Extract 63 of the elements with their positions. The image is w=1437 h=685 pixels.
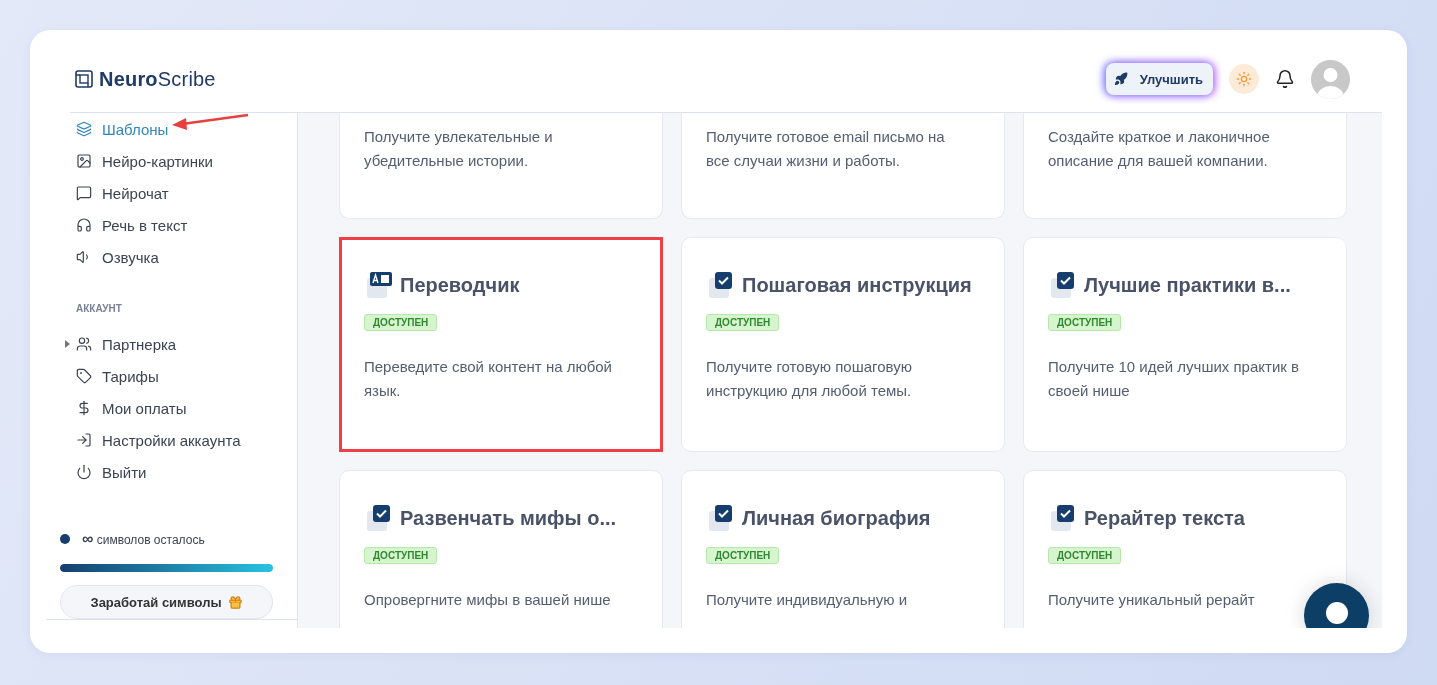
earn-button[interactable]: Заработай символы [60,585,273,619]
status-badge: ДОСТУПЕН [364,547,438,564]
section-heading: АККАУНТ [76,303,123,314]
image-icon [76,153,92,169]
dollar-icon [76,400,92,416]
card-title: Лучшие практики в... [1084,273,1291,297]
sidebar-item[interactable]: Настройки аккаунта [76,424,297,456]
card-description: Создайте краткое и лаконичное описание для вашей компании. [1048,127,1271,171]
sidebar-item[interactable]: Озвучка [76,241,297,273]
gift-icon [227,594,243,610]
card-description: Получите 10 идей лучших практик в своей нише [1048,357,1300,401]
card-title: Переводчик [400,273,520,297]
template-card[interactable]: Лучшие практики в... ДОСТУПЕН Получите 10 идей лучших практик в своей нише [1023,237,1347,452]
theme-toggle[interactable] [1229,64,1259,94]
sidebar-item[interactable]: Партнерка [76,328,297,360]
tag-icon [76,368,92,384]
status-badge: ДОСТУПЕН [1048,547,1122,564]
card-title: Пошаговая инструкция [742,273,972,297]
card-title: Личная биография [742,506,931,530]
card-description: Получите готовую пошаговую инструкцию для любой темы. [706,357,913,401]
sidebar-item[interactable]: Выйти [76,456,297,488]
card-title: Рерайтер текста [1084,506,1245,530]
card-description: Переведите свой контент на любой язык. [364,357,613,401]
status-badge: ДОСТУПЕН [706,314,780,331]
sidebar-item[interactable]: Шаблоны [76,113,297,145]
app-logo: NeuroScribe [99,67,216,91]
status-badge: ДОСТУПЕН [706,547,780,564]
card-description: Получите индивидуальную и [706,590,909,610]
person-icon [1324,601,1349,625]
sidebar-item[interactable]: Тарифы [76,360,297,392]
power-icon [76,464,92,480]
template-card[interactable]: Переводчик ДОСТУПЕН Переведите свой контент на любой язык. [339,237,663,452]
status-badge: ДОСТУПЕН [364,314,438,331]
card-description: Получите готовое email письмо на все случаи жизни и работы. [706,127,946,171]
chat-bubble-icon [76,185,92,201]
users-icon [76,336,92,352]
credits-text: ∞ символов осталось [82,530,205,548]
status-dot [60,534,70,544]
translate-icon [364,270,394,300]
rocket-icon [1113,72,1128,86]
logo-icon [75,70,93,88]
card-description: Получите уникальный рерайт [1048,590,1256,610]
template-card[interactable]: Личная биография ДОСТУПЕН Получите индивидуальную и [681,470,1005,628]
template-card[interactable]: Развенчать мифы о... ДОСТУПЕН Опровергните мифы в вашей нише [339,470,663,628]
template-card[interactable]: Получите готовое email письмо на все случаи жизни и работы. [681,113,1005,219]
sidebar-item[interactable]: Речь в текст [76,209,297,241]
login-icon [76,432,92,448]
sidebar-item[interactable]: Мои оплаты [76,392,297,424]
sidebar-item[interactable]: Нейрочат [76,177,297,209]
card-description: Получите увлекательные и убедительные истории. [364,127,554,171]
headphones-icon [76,217,92,233]
card-description: Опровергните мифы в вашей нише [364,590,612,610]
layers-icon [76,121,92,137]
template-card[interactable]: Получите увлекательные и убедительные истории. [339,113,663,219]
sidebar-item[interactable]: Нейро-картинки [76,145,297,177]
notifications-button[interactable] [1275,69,1295,89]
template-card[interactable]: Пошаговая инструкция ДОСТУПЕН Получите готовую пошаговую инструкцию для любой темы. [681,237,1005,452]
sun-icon [1236,71,1252,87]
upgrade-button[interactable]: Улучшить [1105,63,1213,95]
status-badge: ДОСТУПЕН [1048,314,1122,331]
card-title: Развенчать мифы о... [400,506,617,530]
template-card[interactable]: Рерайтер текста ДОСТУПЕН Получите уникальный рерайт [1023,470,1347,628]
template-card[interactable]: Создайте краткое и лаконичное описание для вашей компании. [1023,113,1347,219]
